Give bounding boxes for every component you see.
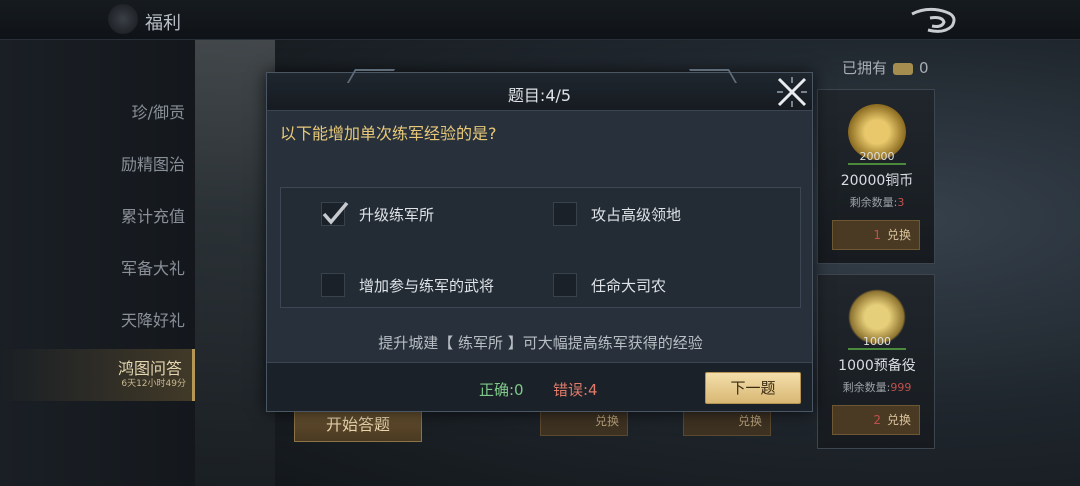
owned-counter: 已拥有 0 [842,57,929,78]
option-4[interactable]: 任命大司农 [553,272,666,298]
sidebar-item-label: 珍/御贡 [131,103,185,122]
exchange-label: 兑换 [886,413,911,427]
exchange-label: 兑换 [594,414,619,428]
start-quiz-button[interactable]: 开始答题 [294,408,422,442]
wrong-count: 错误:4 [553,381,598,399]
sidebar-item-label: 鸿图问答 [117,359,182,378]
header-ornament [346,69,396,83]
sidebar-item-label: 累计充值 [120,207,185,226]
option-2[interactable]: 攻占高级领地 [553,201,681,227]
remain-value: 999 [890,381,912,394]
option-1[interactable]: 升级练军所 [321,201,434,227]
exchange-label: 兑换 [886,228,911,242]
reward-name: 1000预备役 [838,358,916,374]
reward-qty: 1000 [848,335,906,350]
sidebar-item-military-gift[interactable]: 军备大礼 [0,243,195,295]
sidebar-item-label: 军备大礼 [120,259,185,278]
option-checkbox[interactable] [553,202,577,226]
welfare-icon [108,4,138,34]
option-checkbox[interactable] [321,273,345,297]
owned-label: 已拥有 [842,59,888,77]
reward-name: 20000铜币 [840,173,914,189]
countdown-text: 6天12小时49分 [121,379,186,389]
sidebar-item-sky-gift[interactable]: 天降好礼 [0,295,195,347]
exchange-button[interactable]: 1 兑换 [832,220,920,250]
options-panel: 升级练军所 攻占高级领地 增加参与练军的武将 任命大司农 [280,187,801,308]
remain-label: 剩余数量: [842,381,891,394]
reward-card-copper: 20000 20000铜币 剩余数量:3 1 兑换 [817,89,935,264]
dialog-title: 题目:4/5 [507,86,572,105]
remain-label: 剩余数量: [849,196,898,209]
correct-count: 正确:0 [479,381,524,399]
next-question-button[interactable]: 下一题 [705,372,801,404]
sidebar-item-label: 励精图治 [120,155,185,174]
option-label: 升级练军所 [359,205,435,224]
sidebar: 珍/御贡 励精图治 累计充值 军备大礼 天降好礼 鸿图问答 6天12小时49分 [0,40,195,486]
reward-card-reserve: 1000 1000预备役 剩余数量:999 2 兑换 [817,274,935,449]
reward-qty: 20000 [848,150,906,165]
sidebar-item-recharge[interactable]: 累计充值 [0,191,195,243]
check-icon [322,201,349,225]
token-icon [893,62,914,75]
character-art [195,40,275,486]
exchange-cost: 2 [873,413,881,427]
back-icon[interactable] [908,6,960,36]
header-ornament [688,69,738,83]
exchange-label: 兑换 [737,414,762,428]
reward-remaining: 剩余数量:3 [818,194,936,210]
question-text: 以下能增加单次练军经验的是? [280,124,497,143]
dialog-header: 题目:4/5 [267,69,812,111]
exchange-button[interactable]: 2 兑换 [832,405,920,435]
dialog-footer: 正确:0 错误:4 下一题 [267,362,812,411]
option-label: 任命大司农 [591,276,667,295]
option-label: 增加参与练军的武将 [359,276,495,295]
option-3[interactable]: 增加参与练军的武将 [321,272,494,298]
page-title: 福利 [145,13,181,34]
option-checkbox[interactable] [321,201,349,226]
sidebar-item-governance[interactable]: 励精图治 [0,139,195,191]
sidebar-item-quiz[interactable]: 鸿图问答 6天12小时49分 [0,349,195,401]
sidebar-item-tribute[interactable]: 珍/御贡 [0,87,195,139]
top-bar: 福利 [0,0,1080,40]
reward-remaining: 剩余数量:999 [818,379,936,395]
option-checkbox[interactable] [553,273,577,297]
quiz-dialog: 题目:4/5 以下能增加单次练军经验的是? 升级练军所 攻占高级领地 增加参与练… [266,69,813,412]
hint-text: 提升城建【 练军所 】可大幅提高练军获得的经验 [378,334,703,352]
exchange-cost: 1 [873,228,881,242]
owned-count: 0 [919,59,929,77]
close-icon[interactable] [775,75,809,109]
remain-value: 3 [897,196,905,209]
option-label: 攻占高级领地 [591,205,682,224]
sidebar-item-label: 天降好礼 [120,311,185,330]
